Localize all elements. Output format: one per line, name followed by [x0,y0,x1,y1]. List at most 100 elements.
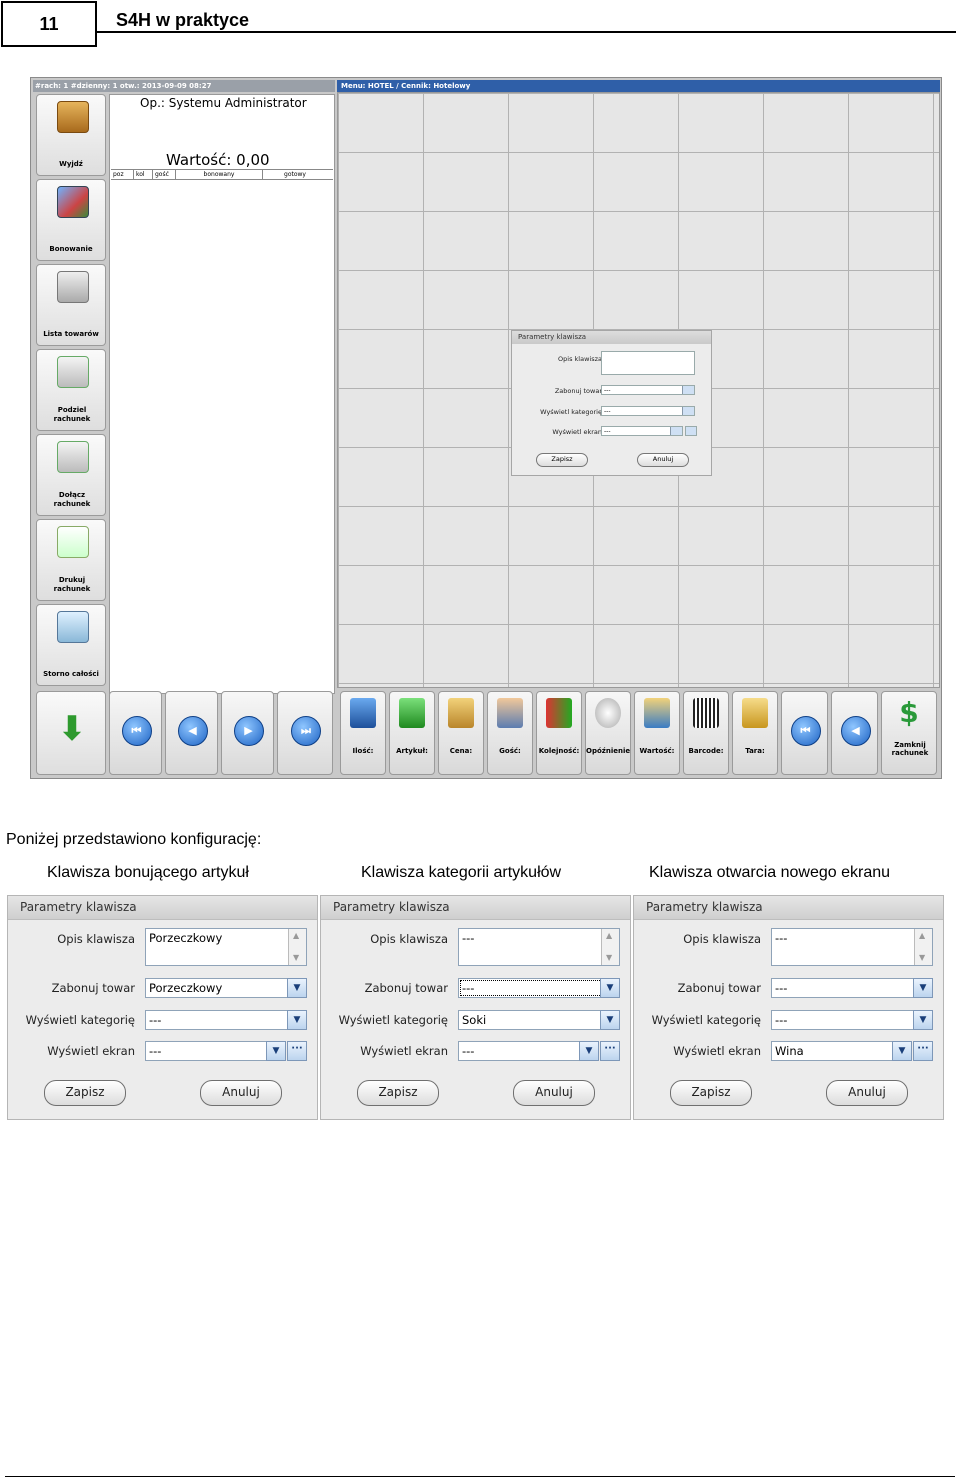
cat-value: Soki [462,1013,487,1027]
mini-item-combo[interactable]: --- [601,385,695,395]
mini-screen-label: Wyświetl ekran [552,428,602,436]
mini-cancel-button[interactable]: Anuluj [637,453,689,467]
item-combo[interactable]: Porzeczkowy [145,978,307,998]
price-button[interactable]: Cena: [438,691,484,775]
nav-first-button[interactable]: ⏮ [109,691,162,775]
down-arrow-icon: ⬇ [57,709,87,749]
cat-combo[interactable]: --- [771,1010,933,1030]
desc-scrollbar[interactable] [288,929,306,965]
tare-label: Tara: [745,747,765,755]
storno-label: Storno całości [43,670,99,678]
footer-rule [5,1476,955,1477]
desc-input[interactable]: --- [771,928,933,966]
coins-icon [448,698,474,728]
barcode-button[interactable]: Barcode: [683,691,729,775]
cancel-button[interactable]: Anuluj [513,1080,595,1106]
split-bill-button[interactable]: Podziel rachunek [36,349,106,431]
desc-input[interactable]: --- [458,928,620,966]
cancel-button[interactable]: Anuluj [200,1080,282,1106]
desc-scrollbar[interactable] [601,929,619,965]
screen-icon [57,186,89,218]
print-icon [57,526,89,558]
mini-desc-field[interactable] [601,351,695,375]
coins-refresh-icon [644,698,670,728]
screen-more-button[interactable]: ··· [600,1041,620,1061]
close-bill-button[interactable]: $ Zamknij rachunek [881,691,937,775]
nav-prev-button[interactable]: ◀ [165,691,218,775]
desc-input[interactable]: Porzeczkowy [145,928,307,966]
value-label: Wartość: [639,747,675,755]
screen-dropdown-icon[interactable]: ▼ [266,1041,286,1061]
item-list-button[interactable]: Lista towarów [36,264,106,346]
qty-button[interactable]: Ilość: [340,691,386,775]
flags-icon [546,698,572,728]
save-button[interactable]: Zapisz [44,1080,126,1106]
scroll-down-button[interactable]: ⬇ [36,691,106,775]
cat-value: --- [149,1013,162,1027]
screen-combo[interactable]: --- [145,1041,286,1061]
join-bill-button[interactable]: Dołącz rachunek [36,434,106,516]
bonowanie-button[interactable]: Bonowanie [36,179,106,261]
desc-scrollbar[interactable] [914,929,932,965]
page-number: 11 [1,1,97,47]
tare-button[interactable]: Tara: [732,691,778,775]
nav-next-button[interactable]: ▶ [221,691,274,775]
cat-combo[interactable]: --- [145,1010,307,1030]
screen-label: Wyświetl ekran [673,1044,761,1058]
item-label: Zabonuj towar [364,981,448,995]
cat-dropdown-icon[interactable]: ▼ [600,1010,620,1030]
save-button[interactable]: Zapisz [357,1080,439,1106]
nav-last-button[interactable]: ⏭ [277,691,333,775]
screen-dropdown-icon[interactable]: ▼ [892,1041,912,1061]
toolbar-prev-button[interactable]: ◀ [831,691,878,775]
print-bill-button[interactable]: Drukuj rachunek [36,519,106,601]
rewind-icon: ⏮ [121,716,152,746]
mini-item-dropdown-icon[interactable] [682,386,694,394]
mini-item-value: --- [604,387,611,394]
receipt-info-bar: #rach: 1 #dzienny: 1 otw.: 2013-09-09 08… [33,80,335,92]
col-gotowy: gotowy [284,171,306,178]
desc-value: Porzeczkowy [149,931,223,945]
delay-button[interactable]: Opóźnienie [585,691,631,775]
item-combo[interactable]: --- [458,978,620,998]
mini-screen-dropdown-icon[interactable] [670,427,682,435]
mini-save-button[interactable]: Zapisz [536,453,588,467]
guest-label: Gość: [499,747,521,755]
intro-text: Poniżej przedstawiono konfigurację: [6,831,262,848]
dollar-arrow-icon: $ [899,696,919,729]
screen-dropdown-icon[interactable]: ▼ [579,1041,599,1061]
barcode-label: Barcode: [688,747,724,755]
mini-cat-dropdown-icon[interactable] [682,407,694,415]
dialog-title: Parametry klawisza [634,896,943,920]
item-dropdown-icon[interactable]: ▼ [913,978,933,998]
screen-combo[interactable]: --- [458,1041,599,1061]
qty-label: Ilość: [352,747,374,755]
mini-screen-combo[interactable]: --- [601,426,683,436]
cat-dropdown-icon[interactable]: ▼ [913,1010,933,1030]
screen-label: Wyświetl ekran [47,1044,135,1058]
mini-desc-label: Opis klawisza [558,355,602,363]
item-combo[interactable]: --- [771,978,933,998]
page-title: S4H w praktyce [116,10,250,30]
cat-combo[interactable]: Soki [458,1010,620,1030]
value-button[interactable]: Wartość: [634,691,680,775]
screen-combo[interactable]: Wina [771,1041,912,1061]
storno-button[interactable]: Storno całości [36,604,106,686]
mini-cat-combo[interactable]: --- [601,406,695,416]
cat-dropdown-icon[interactable]: ▼ [287,1010,307,1030]
save-button[interactable]: Zapisz [670,1080,752,1106]
guest-button[interactable]: Gość: [487,691,533,775]
item-dropdown-icon[interactable]: ▼ [600,978,620,998]
exit-button[interactable]: Wyjdź [36,94,106,176]
screen-more-button[interactable]: ··· [287,1041,307,1061]
dialog-screen-key: Parametry klawisza Opis klawisza --- Zab… [633,895,944,1120]
screen-more-button[interactable]: ··· [913,1041,933,1061]
item-dropdown-icon[interactable]: ▼ [287,978,307,998]
article-button[interactable]: Artykuł: [389,691,435,775]
mini-screen-more-button[interactable] [685,426,697,436]
screen-value: --- [149,1044,162,1058]
col-kol: kol [134,170,153,179]
cancel-button[interactable]: Anuluj [826,1080,908,1106]
order-button[interactable]: Kolejność: [536,691,582,775]
toolbar-first-button[interactable]: ⏮ [781,691,828,775]
